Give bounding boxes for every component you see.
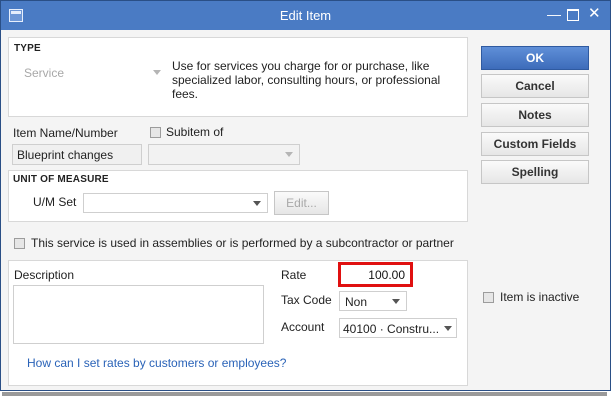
type-description-3: fees.: [172, 87, 199, 101]
taxcode-select[interactable]: Non: [339, 291, 407, 311]
rate-label: Rate: [281, 268, 307, 282]
taxcode-label: Tax Code: [281, 293, 332, 307]
chevron-down-icon: [285, 152, 293, 157]
item-name-label: Item Name/Number: [13, 126, 118, 140]
maximize-icon[interactable]: [567, 9, 579, 21]
chevron-down-icon: [153, 70, 161, 75]
custom-fields-button[interactable]: Custom Fields: [481, 132, 589, 156]
ok-button[interactable]: OK: [481, 46, 589, 70]
type-select[interactable]: Service: [19, 63, 167, 83]
chevron-down-icon: [444, 326, 452, 331]
assemblies-label: This service is used in assemblies or is…: [31, 236, 454, 250]
window-title: Edit Item: [279, 8, 332, 23]
uom-heading: UNIT OF MEASURE: [13, 174, 109, 185]
item-inactive-label: Item is inactive: [500, 290, 580, 304]
account-value: 40100 · Constru...: [343, 322, 440, 336]
type-panel: TYPE Service Use for services you charge…: [8, 37, 468, 117]
close-icon[interactable]: ✕: [588, 6, 601, 21]
type-description-1: Use for services you charge for or purch…: [172, 59, 430, 73]
account-label: Account: [281, 320, 325, 334]
type-heading: TYPE: [14, 43, 41, 54]
subitem-checkbox[interactable]: [150, 127, 161, 138]
account-select[interactable]: 40100 · Constru...: [339, 318, 457, 338]
uom-edit-button[interactable]: Edit...: [274, 191, 329, 215]
rate-input[interactable]: 100.00: [338, 262, 413, 287]
window-shadow: [2, 392, 607, 396]
unit-of-measure-panel: UNIT OF MEASURE U/M Set Edit...: [8, 170, 468, 222]
spelling-button[interactable]: Spelling: [481, 160, 589, 184]
assemblies-checkbox[interactable]: [14, 238, 25, 249]
edit-item-window: Edit Item — ✕ TYPE Service Use for servi…: [0, 0, 611, 391]
item-name-input[interactable]: Blueprint changes: [12, 144, 142, 165]
type-description-2: specialized labor, consulting hours, or …: [172, 73, 441, 87]
description-input[interactable]: [13, 285, 264, 344]
subitem-select[interactable]: [148, 144, 300, 165]
description-label: Description: [14, 268, 75, 282]
type-select-value: Service: [24, 66, 65, 80]
item-name-value: Blueprint changes: [17, 148, 114, 162]
taxcode-value: Non: [345, 295, 368, 309]
notes-button[interactable]: Notes: [481, 103, 589, 127]
cancel-button[interactable]: Cancel: [481, 74, 589, 98]
title-bar[interactable]: Edit Item — ✕: [1, 1, 610, 30]
details-panel: Description Rate 100.00 Tax Code Non Acc…: [8, 260, 468, 386]
rate-value: 100.00: [368, 268, 405, 282]
um-set-select[interactable]: [83, 193, 268, 213]
item-inactive-checkbox[interactable]: [483, 292, 494, 303]
subitem-label: Subitem of: [166, 125, 224, 139]
chevron-down-icon: [253, 201, 261, 206]
minimize-icon[interactable]: —: [547, 7, 561, 21]
chevron-down-icon: [392, 299, 400, 304]
rates-help-link[interactable]: How can I set rates by customers or empl…: [27, 356, 286, 370]
um-set-label: U/M Set: [33, 195, 77, 209]
